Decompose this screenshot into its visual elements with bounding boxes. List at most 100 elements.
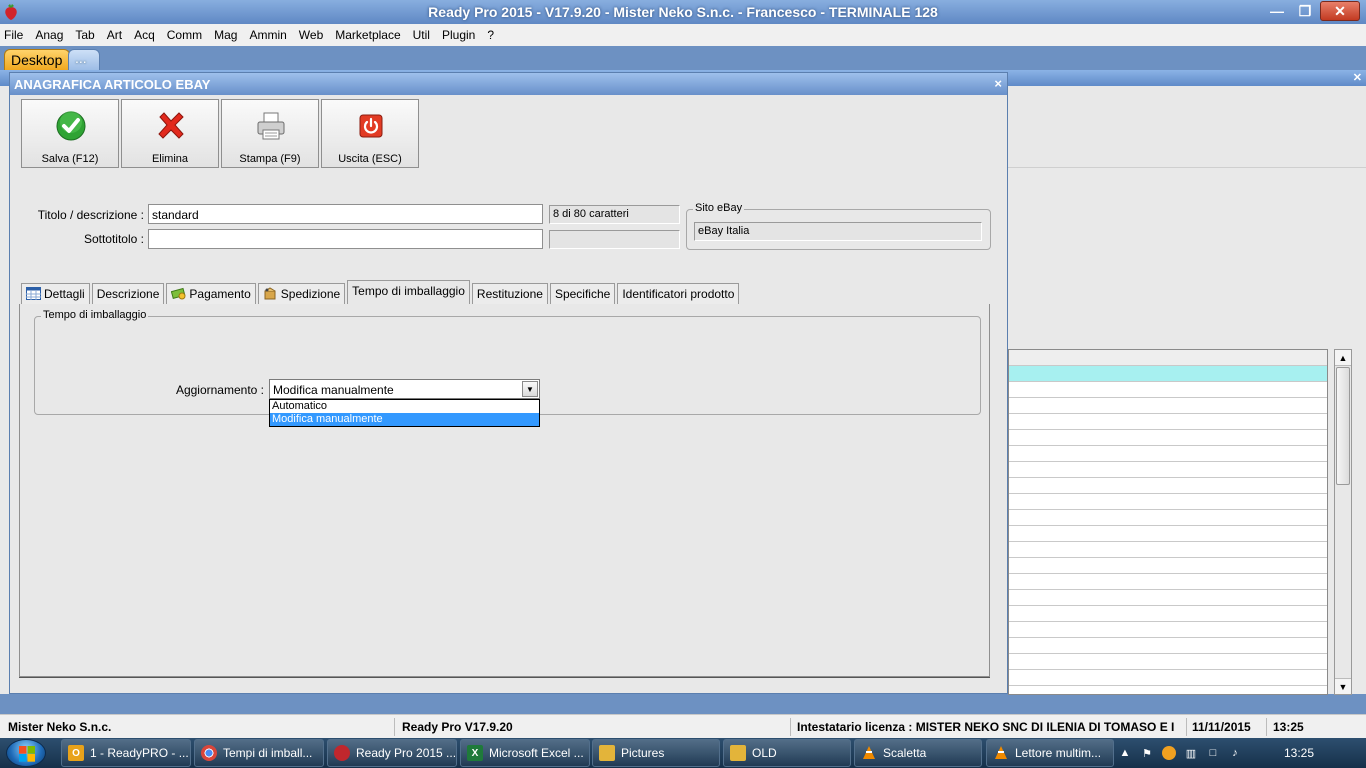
taskbar-item-label: Scaletta [883,746,927,760]
grid-scrollbar[interactable]: ▲ ▼ [1334,349,1352,695]
close-icon[interactable]: ✕ [1320,1,1360,21]
taskbar-item-chrome[interactable]: Tempi di imball... [194,739,324,767]
menu-anag[interactable]: Anag [35,28,63,42]
windows-logo-icon [19,746,35,762]
status-version: Ready Pro V17.9.20 [397,718,791,736]
option-automatico[interactable]: Automatico [270,400,539,413]
menu-tab[interactable]: Tab [75,28,94,42]
menu-plugin[interactable]: Plugin [442,28,475,42]
taskbar-item-readypro[interactable]: Ready Pro 2015 ... [327,739,457,767]
taskbar-clock[interactable]: 13:25 [1284,746,1314,760]
menu-mag[interactable]: Mag [214,28,237,42]
table-row[interactable] [1009,526,1327,542]
table-row[interactable] [1009,430,1327,446]
tab-restituzione-label: Restituzione [476,287,543,301]
device-icon[interactable]: ▥ [1184,746,1198,760]
option-modifica-manualmente[interactable]: Modifica manualmente [270,413,539,426]
action-center-flag-icon[interactable]: ⚑ [1140,746,1154,760]
menu-file[interactable]: File [4,28,23,42]
menu-bar: File Anag Tab Art Acq Comm Mag Ammin Web… [0,24,1366,46]
tab-desktop[interactable]: Desktop [4,49,70,70]
table-row[interactable] [1009,574,1327,590]
dialog-close-icon[interactable]: × [994,76,1002,91]
menu-help[interactable]: ? [487,28,494,42]
table-row[interactable] [1009,622,1327,638]
taskbar-item-media-player[interactable]: Lettore multim... [986,739,1114,767]
scroll-thumb[interactable] [1336,367,1350,485]
table-row[interactable] [1009,654,1327,670]
menu-ammin[interactable]: Ammin [249,28,286,42]
subtitle-input[interactable] [148,229,543,249]
title-char-counter: 8 di 80 caratteri [549,205,680,224]
print-button[interactable]: Stampa (F9) [221,99,319,168]
tab-tempo-di-imballaggio[interactable]: Tempo di imballaggio [347,280,470,305]
vlc-icon [995,746,1007,759]
taskbar-item-label: OLD [752,746,777,760]
exit-button[interactable]: Uscita (ESC) [321,99,419,168]
status-time: 13:25 [1273,720,1304,734]
network-icon[interactable]: □ [1206,746,1220,760]
tab-panel: Tempo di imballaggio [19,304,990,677]
restore-icon[interactable]: ❐ [1292,1,1318,21]
excel-icon: X [467,745,483,761]
volume-icon[interactable]: ♪ [1228,746,1242,760]
exit-power-icon [359,114,383,138]
menu-marketplace[interactable]: Marketplace [335,28,400,42]
tab-spedizione[interactable]: Spedizione [257,283,346,305]
title-input[interactable]: standard [148,204,543,224]
taskbar-item-outlook[interactable]: O 1 - ReadyPRO - ... [61,739,191,767]
delete-button[interactable]: Elimina [121,99,219,168]
table-row[interactable] [1009,478,1327,494]
table-row[interactable] [1009,366,1327,382]
tab-descrizione[interactable]: Descrizione [91,283,165,305]
taskbar-item-pictures[interactable]: Pictures [592,739,720,767]
checkmark-icon [56,111,86,141]
taskbar-item-excel[interactable]: X Microsoft Excel ... [460,739,590,767]
table-row[interactable] [1009,638,1327,654]
chevron-down-icon[interactable]: ▼ [522,381,538,397]
tab-specifiche[interactable]: Specifiche [549,283,616,305]
tab-dettagli[interactable]: Dettagli [21,283,90,305]
table-row[interactable] [1009,494,1327,510]
start-button[interactable] [6,739,46,767]
save-button[interactable]: Salva (F12) [21,99,119,168]
menu-util[interactable]: Util [413,28,430,42]
menu-art[interactable]: Art [107,28,122,42]
tab-pagamento[interactable]: Pagamento [166,283,256,305]
tab-restituzione[interactable]: Restituzione [471,283,548,305]
scroll-up-icon[interactable]: ▲ [1335,350,1351,366]
minimize-icon[interactable]: — [1264,1,1290,21]
title-label: Titolo / descrizione : [37,208,144,222]
show-hidden-icons-icon[interactable]: ▲ [1118,746,1132,760]
table-row[interactable] [1009,398,1327,414]
background-close-icon[interactable]: ✕ [1353,71,1362,84]
taskbar-item-old[interactable]: OLD [723,739,851,767]
table-row[interactable] [1009,414,1327,430]
update-icon[interactable] [1162,746,1176,760]
scroll-down-icon[interactable]: ▼ [1335,678,1351,694]
delete-button-label: Elimina [151,153,189,165]
menu-acq[interactable]: Acq [134,28,155,42]
tab-dettagli-label: Dettagli [44,287,85,301]
folder-icon [599,745,615,761]
taskbar-item-label: Ready Pro 2015 ... [356,746,457,760]
taskbar-item-scaletta[interactable]: Scaletta [854,739,982,767]
tab-identificatori-prodotto[interactable]: Identificatori prodotto [617,283,740,305]
table-row[interactable] [1009,590,1327,606]
tab-specifiche-label: Specifiche [554,287,611,301]
table-row[interactable] [1009,558,1327,574]
menu-web[interactable]: Web [299,28,323,42]
table-row[interactable] [1009,542,1327,558]
update-select[interactable]: Modifica manualmente ▼ [269,379,540,399]
table-row[interactable] [1009,462,1327,478]
tab-more[interactable]: ... [68,49,100,70]
tab-pagamento-label: Pagamento [189,287,251,301]
table-row[interactable] [1009,670,1327,686]
table-row[interactable] [1009,606,1327,622]
table-row[interactable] [1009,446,1327,462]
table-row[interactable] [1009,510,1327,526]
grid-header-row [1009,350,1327,366]
table-row[interactable] [1009,382,1327,398]
printer-icon [257,112,285,140]
menu-comm[interactable]: Comm [167,28,202,42]
